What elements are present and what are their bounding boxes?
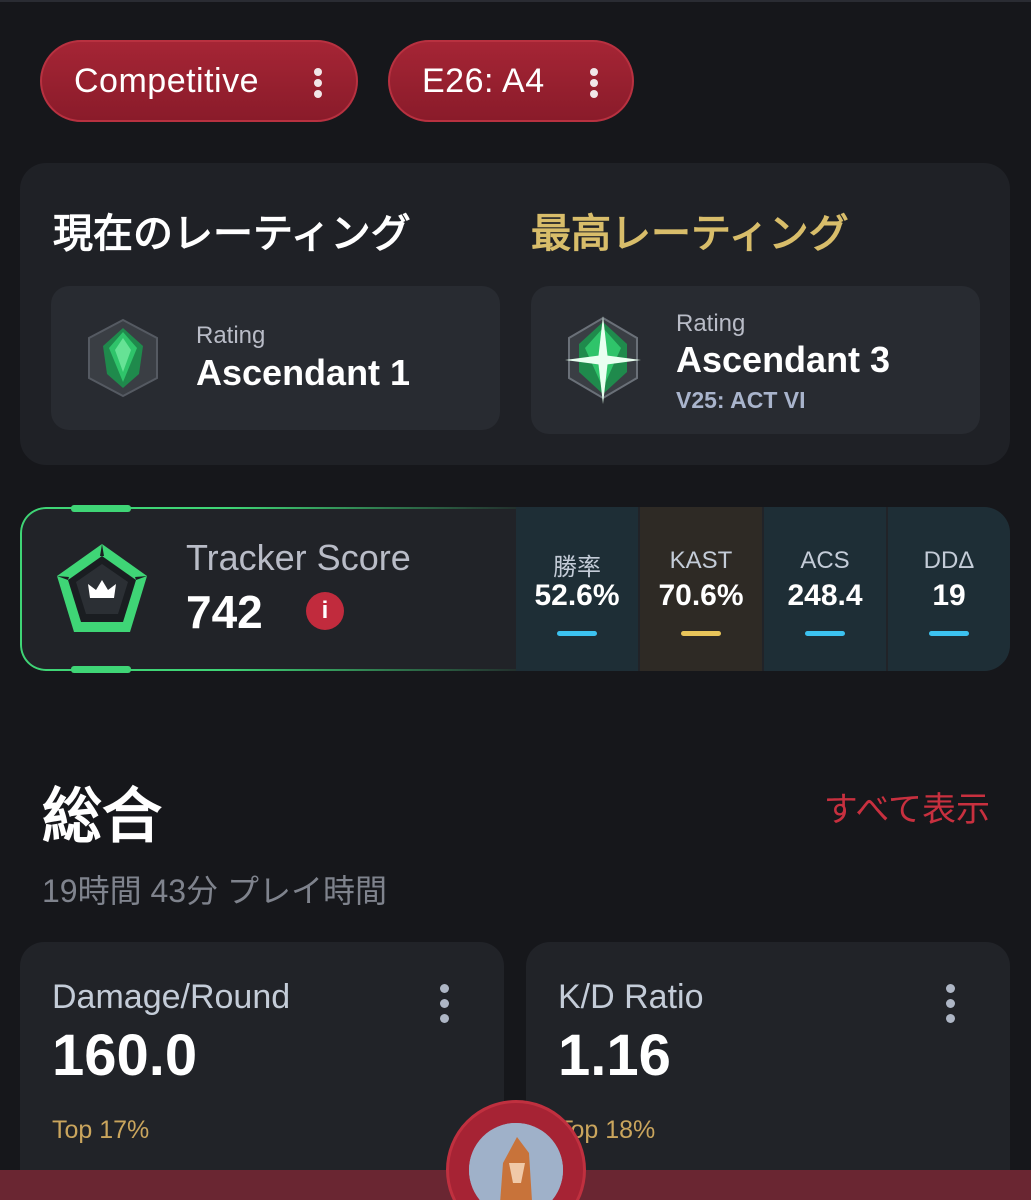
season-filter-button[interactable]: E26: A4 [388,40,634,122]
view-all-link[interactable]: すべて表示 [824,782,990,831]
info-icon[interactable]: i [306,592,344,630]
ascendant-rank-icon [88,318,158,398]
stat-value: 248.4 [787,579,863,612]
rating-card: 現在のレーティング 最高レーティング Rating Ascendant 1 Ra… [20,163,1010,465]
top-divider [0,0,1031,2]
stat-label: KAST [669,547,733,574]
tracker-score-value: 742 [186,586,263,638]
stat-card-kd-ratio[interactable]: K/D Ratio 1.16 Top 18% [526,942,1010,1200]
more-vertical-icon[interactable] [440,984,449,1023]
stat-accent-bar [805,631,845,636]
stat-label: 勝率 [553,554,601,581]
current-rank-name: Ascendant 1 [196,352,411,393]
tracker-bottom-tick [71,666,131,673]
stat-card-value: 160.0 [52,1023,198,1088]
mode-filter-button[interactable]: Competitive [40,40,358,122]
stat-label: ACS [800,547,850,574]
peak-rating-label: Rating [676,310,746,337]
peak-rank-name: Ascendant 3 [676,339,891,380]
stat-card-percentile: Top 17% [52,1116,150,1144]
stat-accent-bar [681,631,721,636]
stat-card-label: Damage/Round [52,978,291,1016]
mode-filter-label: Competitive [74,61,260,100]
peak-rank-act: V25: ACT VI [676,387,806,413]
more-vertical-icon [314,68,322,98]
stat-card-label: K/D Ratio [558,978,704,1016]
stat-card-damage-round[interactable]: Damage/Round 160.0 Top 17% [20,942,504,1200]
more-vertical-icon[interactable] [946,984,955,1023]
agent-portrait-icon [469,1123,563,1200]
stat-kast: KAST 70.6% [640,507,762,671]
more-vertical-icon [590,68,598,98]
stat-dd-delta: DDΔ 19 [888,507,1010,671]
current-rating-label: Rating [196,322,266,349]
stat-accent-bar [929,631,969,636]
tracker-score-badge-icon [57,544,147,632]
tracker-score-label: Tracker Score [186,537,411,578]
stat-value: 52.6% [534,579,620,612]
stat-card-value: 1.16 [558,1023,671,1088]
avatar [469,1123,563,1200]
peak-rating-heading: 最高レーティング [531,212,849,256]
stat-label: DDΔ [923,547,975,574]
current-rating-box[interactable]: Rating Ascendant 1 [51,286,500,430]
tracker-top-tick [71,505,131,512]
season-filter-label: E26: A4 [422,61,545,100]
stat-acs: ACS 248.4 [764,507,886,671]
stat-winrate: 勝率 52.6% [516,507,638,671]
current-rating-heading: 現在のレーティング [53,212,411,256]
peak-rating-box[interactable]: Rating Ascendant 3 V25: ACT VI [531,286,980,434]
stat-accent-bar [557,631,597,636]
overview-title: 総合 [42,783,162,850]
ascendant-rank-icon [565,316,641,404]
stat-value: 70.6% [658,579,744,612]
playtime-text: 19時間 43分 プレイ時間 [42,873,387,909]
stat-value: 19 [932,579,966,612]
